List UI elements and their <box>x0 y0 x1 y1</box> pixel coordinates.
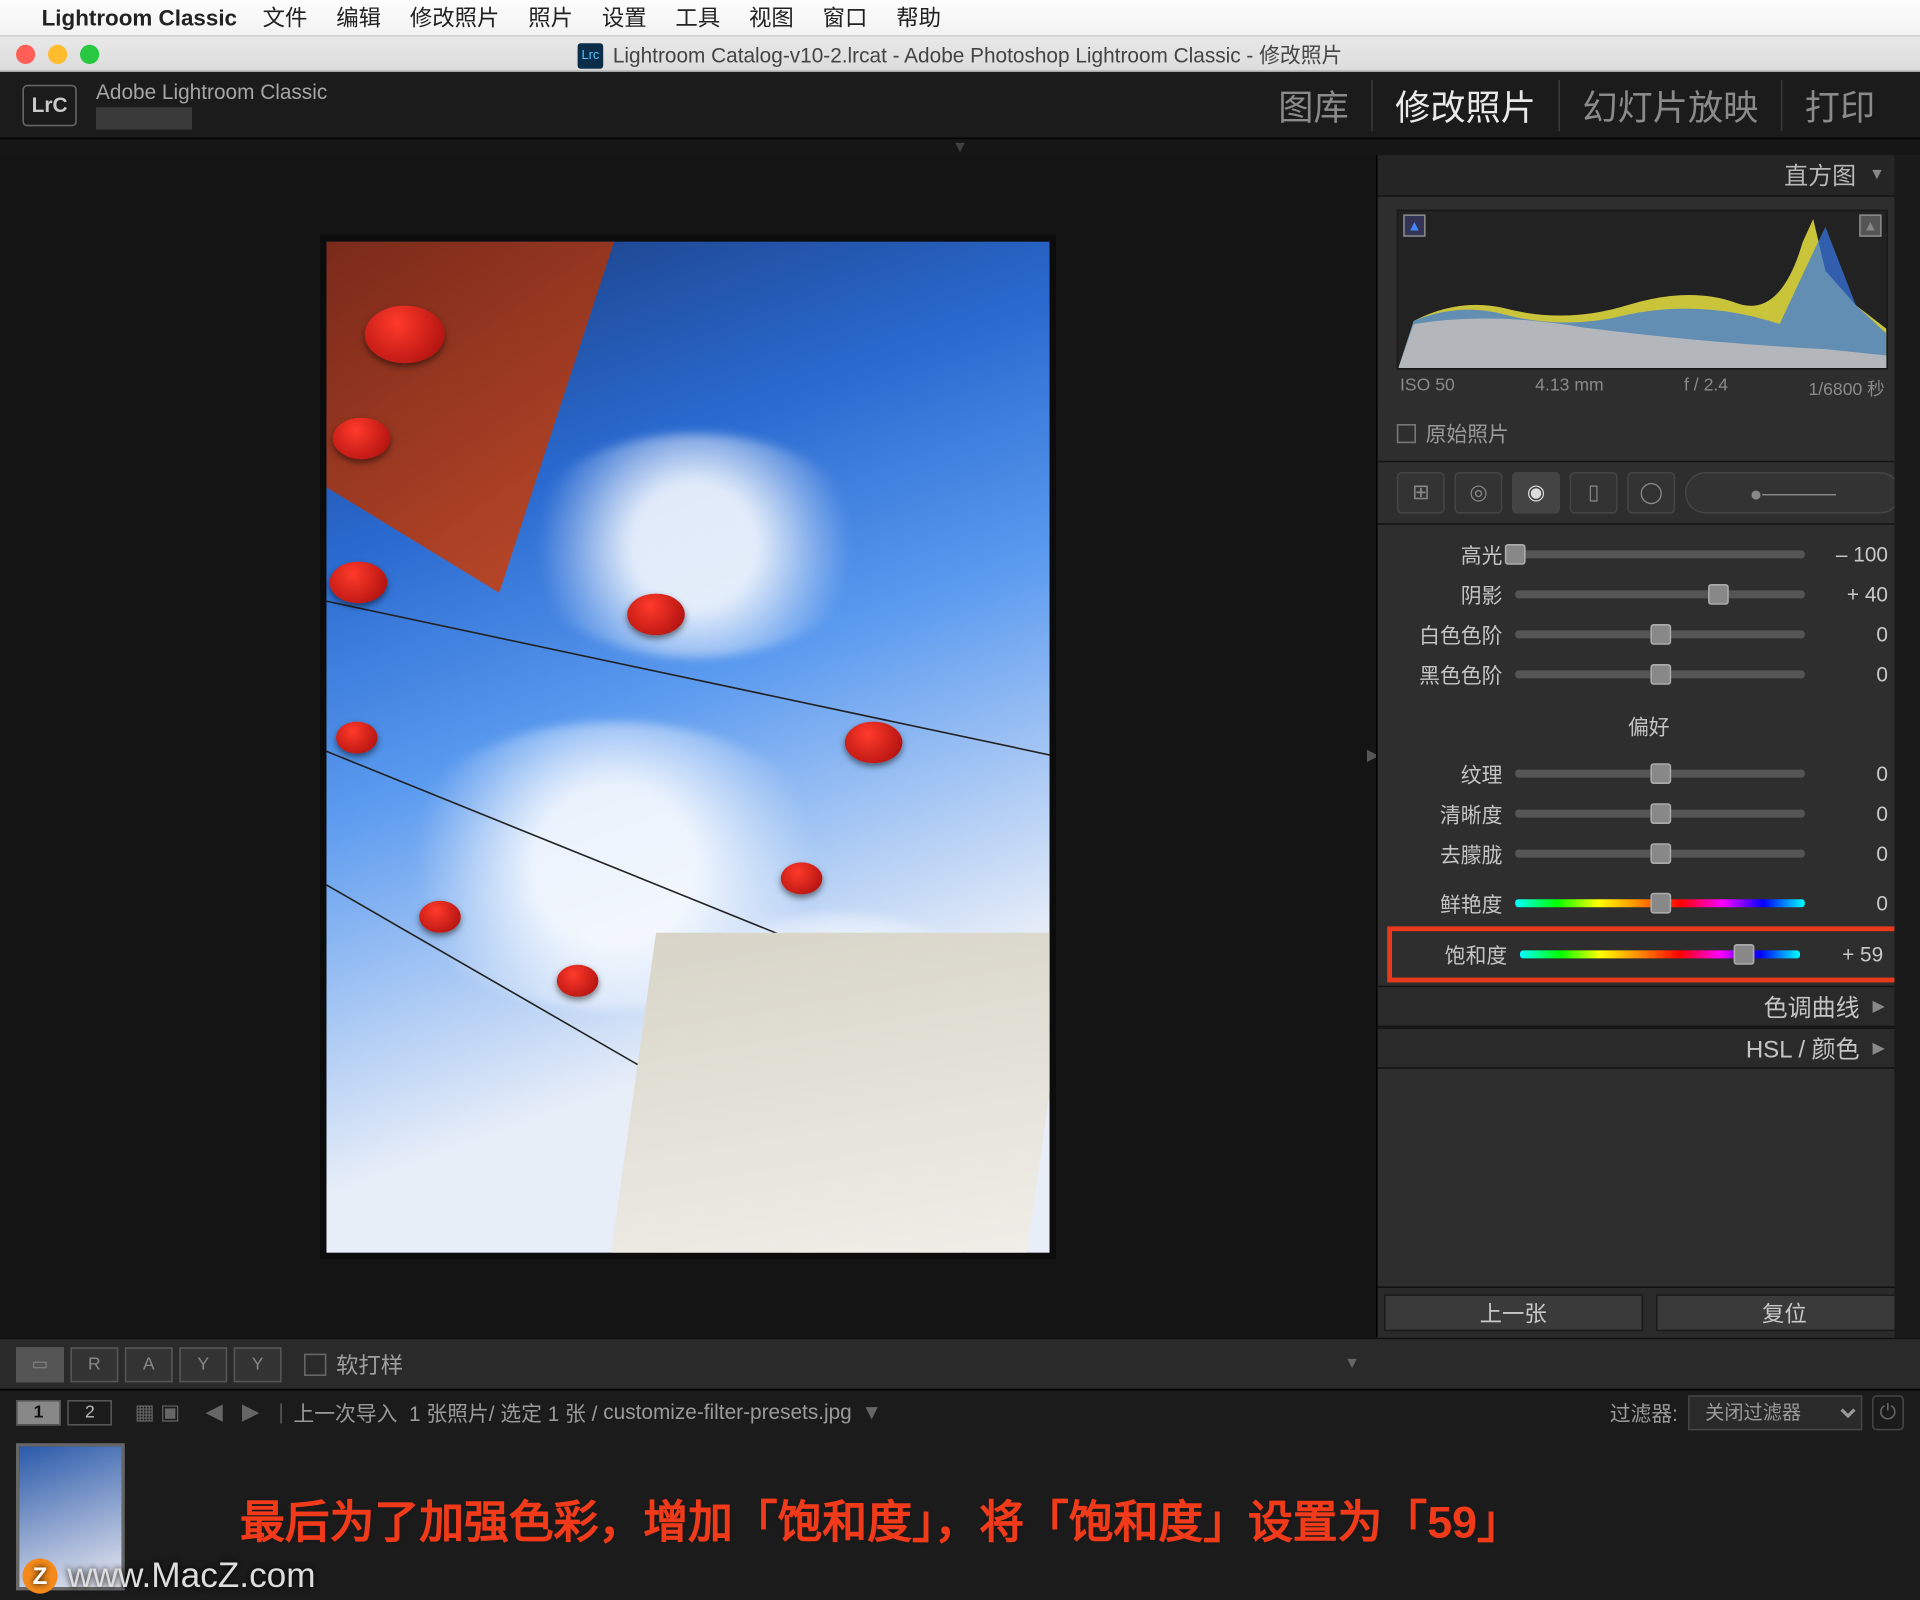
window-titlebar: LrcLightroom Catalog-v10-2.lrcat - Adobe… <box>0 37 1920 72</box>
menu-help[interactable]: 帮助 <box>896 2 941 34</box>
presence-section-label: 偏好 <box>1378 704 1920 744</box>
photo-preview <box>320 234 1056 1258</box>
window-title: Lightroom Catalog-v10-2.lrcat - Adobe Ph… <box>613 43 1342 67</box>
collapse-top-icon[interactable]: ▼ <box>0 139 1920 155</box>
watermark: Zwww.MacZ.com <box>22 1555 315 1597</box>
menu-photo[interactable]: 照片 <box>528 2 573 34</box>
prev-import-label[interactable]: 上一次导入 <box>293 1397 397 1427</box>
radial-tool-icon[interactable]: ◯ <box>1627 472 1675 514</box>
histogram-aperture: f / 2.4 <box>1684 376 1728 402</box>
filter-label: 过滤器: <box>1610 1397 1678 1427</box>
menu-settings[interactable]: 设置 <box>602 2 647 34</box>
grid-view-icon[interactable]: ▦ ▣ <box>135 1399 180 1425</box>
menu-develop[interactable]: 修改照片 <box>410 2 500 34</box>
macos-menubar: Lightroom Classic 文件 编辑 修改照片 照片 设置 工具 视图… <box>0 0 1920 37</box>
menu-edit[interactable]: 编辑 <box>336 2 381 34</box>
filename-label: customize-filter-presets.jpg <box>603 1400 852 1424</box>
screen-2-button[interactable]: 2 <box>67 1399 112 1425</box>
panel-scrollbar[interactable] <box>1894 155 1920 1337</box>
brush-tool-icon[interactable]: ●───── <box>1685 472 1901 514</box>
tone-slider-2[interactable]: 白色色阶0 <box>1394 614 1888 654</box>
app-logo-icon: LrC <box>22 84 76 126</box>
presence-slider-0[interactable]: 纹理0 <box>1394 754 1888 794</box>
toolbar-menu-icon[interactable]: ▼ <box>1344 1355 1360 1373</box>
presence-slider-1[interactable]: 清晰度0 <box>1394 794 1888 834</box>
app-name[interactable]: Lightroom Classic <box>42 5 237 31</box>
menu-view[interactable]: 视图 <box>749 2 794 34</box>
identity-plate: LrC Adobe Lightroom Classic 图库 修改照片 幻灯片放… <box>0 72 1920 139</box>
screen-1-button[interactable]: 1 <box>16 1399 61 1425</box>
before-after-a-icon[interactable]: A <box>125 1346 173 1381</box>
brand-label: Adobe Lightroom Classic <box>96 80 327 104</box>
tone-slider-3[interactable]: 黑色色阶0 <box>1394 654 1888 694</box>
tone-slider-0[interactable]: 高光– 100 <box>1394 534 1888 574</box>
tone-slider-1[interactable]: 阴影+ 40 <box>1394 574 1888 614</box>
tutorial-annotation: 最后为了加强色彩，增加「饱和度」，将「饱和度」设置为「59」 <box>240 1488 1522 1552</box>
develop-toolbar: ▭ R A Y Y 软打样 ▼ <box>0 1338 1376 1389</box>
crop-tool-icon[interactable]: ⊞ <box>1397 472 1445 514</box>
presence-slider-2[interactable]: 去朦胧0 <box>1394 834 1888 874</box>
menu-window[interactable]: 窗口 <box>823 2 868 34</box>
soft-proof-checkbox[interactable] <box>304 1353 326 1375</box>
develop-tools: ⊞ ◎ ◉ ▯ ◯ ●───── <box>1378 462 1920 524</box>
soft-proof-label: 软打样 <box>336 1348 403 1380</box>
filter-switch-icon[interactable]: ⏻ <box>1872 1394 1904 1429</box>
module-library[interactable]: 图库 <box>1256 79 1371 130</box>
vibrance-slider[interactable]: 鲜艳度 0 <box>1394 883 1888 923</box>
filmstrip-header: 1 2 ▦ ▣ ◀ ▶ | 上一次导入 1 张照片/ 选定 1 张 / cust… <box>0 1389 1920 1434</box>
module-slideshow[interactable]: 幻灯片放映 <box>1558 79 1780 130</box>
histogram-iso: ISO 50 <box>1400 376 1455 402</box>
previous-button[interactable]: 上一张 <box>1384 1294 1642 1331</box>
histogram-header[interactable]: 直方图▼ <box>1378 155 1920 197</box>
filter-select[interactable]: 关闭过滤器 <box>1688 1394 1862 1429</box>
before-after-y-icon[interactable]: Y <box>234 1346 282 1381</box>
loupe-view-icon[interactable]: ▭ <box>16 1346 64 1381</box>
redeye-tool-icon[interactable]: ◉ <box>1512 472 1560 514</box>
nav-fwd-icon[interactable]: ▶ <box>242 1398 259 1425</box>
menu-tools[interactable]: 工具 <box>675 2 720 34</box>
grad-tool-icon[interactable]: ▯ <box>1570 472 1618 514</box>
original-photo-checkbox[interactable] <box>1397 423 1416 442</box>
histogram-graph[interactable]: ▲ ▲ <box>1397 210 1888 370</box>
reset-button[interactable]: 复位 <box>1655 1294 1913 1331</box>
photo-count-label: 1 张照片/ 选定 1 张 / <box>409 1397 597 1427</box>
original-photo-label: 原始照片 <box>1426 418 1509 448</box>
module-picker: 图库 修改照片 幻灯片放映 打印 <box>1256 79 1898 130</box>
filmstrip[interactable]: 最后为了加强色彩，增加「饱和度」，将「饱和度」设置为「59」 Zwww.MacZ… <box>0 1434 1920 1600</box>
spot-tool-icon[interactable]: ◎ <box>1454 472 1502 514</box>
develop-canvas[interactable] <box>0 155 1376 1337</box>
develop-right-panel: 直方图▼ ▲ ▲ ISO 50 4.13 mm f / 2.4 1/6800 秒 <box>1376 155 1920 1337</box>
hsl-header[interactable]: HSL / 颜色▶ <box>1378 1027 1920 1069</box>
saturation-slider[interactable]: 饱和度 + 59 <box>1398 934 1883 974</box>
histogram-focal: 4.13 mm <box>1535 376 1603 402</box>
module-print[interactable]: 打印 <box>1781 79 1898 130</box>
tone-curve-header[interactable]: 色调曲线▶ <box>1378 986 1920 1028</box>
histogram-shutter: 1/6800 秒 <box>1808 376 1884 402</box>
nav-back-icon[interactable]: ◀ <box>206 1398 223 1425</box>
menu-file[interactable]: 文件 <box>263 2 308 34</box>
before-after-ra-icon[interactable]: R <box>70 1346 118 1381</box>
module-develop[interactable]: 修改照片 <box>1371 79 1558 130</box>
before-after-yy-icon[interactable]: Y <box>179 1346 227 1381</box>
